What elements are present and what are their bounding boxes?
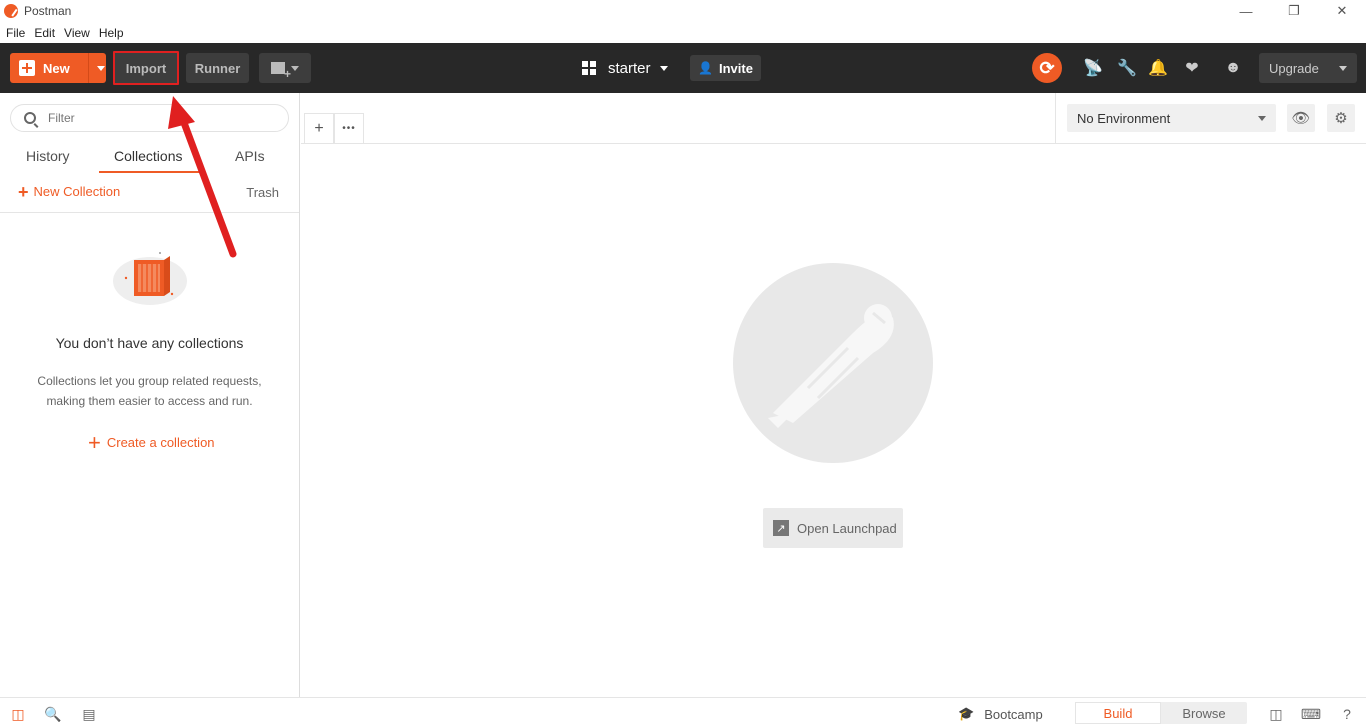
manage-environments-button[interactable]: ⚙ (1327, 104, 1355, 132)
find-icon[interactable]: 🔍 (44, 705, 62, 723)
open-launchpad-label: Open Launchpad (797, 520, 897, 536)
console-icon[interactable]: ▤ (80, 705, 98, 723)
invite-label: Invite (718, 60, 753, 76)
minimize-button[interactable]: — (1222, 0, 1270, 22)
runner-button[interactable]: Runner (186, 53, 249, 83)
workspace-name: starter (608, 59, 651, 77)
new-window-button[interactable] (259, 53, 311, 83)
avatar-icon[interactable]: ☻ (1218, 53, 1248, 83)
tab-apis[interactable]: APIs (235, 148, 265, 164)
bootcamp-link[interactable]: 🎓 Bootcamp (958, 706, 1043, 722)
search-icon (24, 112, 36, 124)
create-collection-label: Create a collection (106, 435, 215, 450)
toggle-sidebar-icon[interactable]: ◫ (9, 705, 27, 723)
empty-state-title: You don’t have any collections (55, 335, 244, 351)
upgrade-button[interactable]: Upgrade (1259, 53, 1357, 83)
window-titlebar: Postman — ❐ ✕ (0, 0, 1366, 22)
help-icon[interactable]: ? (1338, 705, 1356, 723)
bootcamp-label: Bootcamp (984, 706, 1043, 722)
restore-button[interactable]: ❐ (1270, 0, 1318, 22)
environment-value: No Environment (1077, 110, 1171, 126)
postman-logo-icon (4, 4, 18, 18)
menu-bar: File Edit View Help (0, 22, 1366, 43)
plus-icon: + (88, 429, 101, 455)
rocket-man-icon (768, 304, 894, 428)
satellite-icon[interactable]: 📡 (1078, 53, 1108, 83)
window-title: Postman (24, 4, 72, 18)
menu-help[interactable]: Help (96, 26, 127, 40)
status-bar: ◫ 🔍 ▤ 🎓 Bootcamp Build Browse ◫ ⌨ ? (0, 697, 1366, 728)
add-tab-button[interactable]: + (304, 113, 334, 143)
chevron-down-icon (291, 65, 299, 71)
sidebar-tabs: History Collections APIs (0, 143, 299, 173)
more-tabs-button[interactable]: ••• (334, 113, 364, 143)
external-link-icon: ↗ (773, 520, 789, 536)
new-collection-button[interactable]: + New Collection (18, 181, 121, 202)
filter-input[interactable] (48, 111, 268, 125)
grid-icon (582, 61, 596, 75)
close-button[interactable]: ✕ (1318, 0, 1366, 22)
build-browse-toggle: Build Browse (1075, 702, 1247, 724)
menu-file[interactable]: File (3, 26, 28, 40)
build-mode-button[interactable]: Build (1075, 702, 1161, 724)
window-controls: — ❐ ✕ (1222, 0, 1366, 22)
postman-mascot-logo (733, 263, 933, 463)
sync-icon[interactable]: ⟳ (1032, 53, 1062, 83)
gear-icon: ⚙ (1334, 110, 1348, 127)
new-window-icon (271, 62, 291, 81)
chevron-down-icon (659, 65, 668, 71)
chevron-down-icon (1258, 116, 1266, 121)
chevron-down-icon (1339, 66, 1347, 71)
new-button-label: New (43, 60, 70, 76)
environment-quick-look-button[interactable]: 👁 (1287, 104, 1315, 132)
upgrade-label: Upgrade (1269, 60, 1319, 76)
tab-history[interactable]: History (26, 148, 70, 164)
chevron-down-icon[interactable] (97, 66, 105, 71)
trash-link[interactable]: Trash (246, 185, 279, 200)
empty-state-description: Collections let you group related reques… (37, 374, 262, 408)
filter-box (10, 104, 289, 132)
two-pane-view-icon[interactable]: ◫ (1267, 705, 1285, 723)
workspace-selector[interactable]: starter (582, 43, 668, 93)
tab-collections[interactable]: Collections (114, 148, 182, 164)
new-button-divider (88, 53, 89, 83)
eye-icon: 👁 (1291, 110, 1311, 127)
sidebar: History Collections APIs + New Collectio… (0, 93, 300, 697)
new-collection-label: New Collection (33, 184, 121, 199)
wrench-icon[interactable]: 🔧 (1112, 53, 1142, 83)
menu-edit[interactable]: Edit (31, 26, 58, 40)
create-collection-link[interactable]: + Create a collection (88, 429, 215, 455)
plus-icon (19, 60, 35, 76)
bell-icon[interactable]: 🔔 (1143, 53, 1173, 83)
open-launchpad-button[interactable]: ↗ Open Launchpad (763, 508, 903, 548)
environment-area: No Environment 👁 ⚙ (1055, 93, 1366, 143)
empty-collection-illustration-icon (113, 252, 187, 305)
sidebar-actions: + New Collection Trash (0, 173, 299, 213)
browse-mode-button[interactable]: Browse (1161, 702, 1247, 724)
heart-icon[interactable]: ❤ (1177, 53, 1207, 83)
import-button[interactable]: Import (113, 51, 179, 85)
new-button[interactable]: New (10, 53, 106, 83)
add-user-icon: 👤 (698, 61, 713, 75)
menu-view[interactable]: View (61, 26, 93, 40)
plus-icon: + (18, 181, 29, 202)
invite-button[interactable]: 👤 Invite (690, 55, 761, 81)
keyboard-shortcuts-icon[interactable]: ⌨ (1301, 705, 1321, 723)
environment-select[interactable]: No Environment (1067, 104, 1276, 132)
graduation-cap-icon: 🎓 (958, 706, 975, 721)
